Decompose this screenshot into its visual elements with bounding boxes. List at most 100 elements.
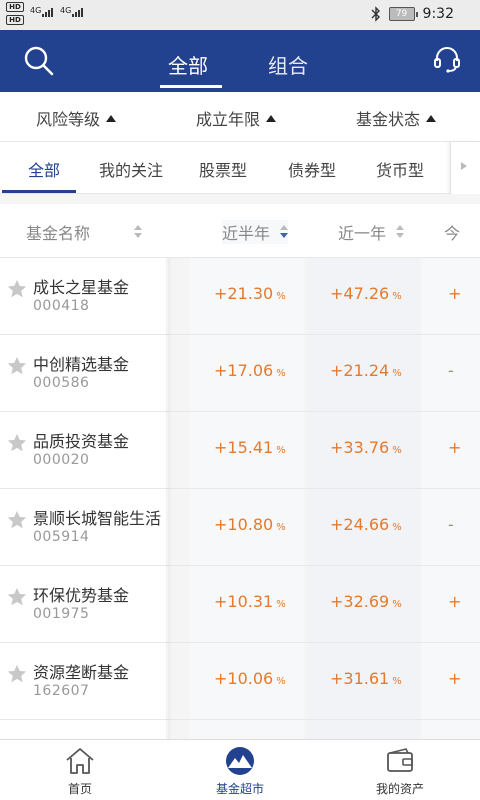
half-year-return: +10.06% <box>214 669 286 688</box>
half-year-return: +15.41% <box>214 438 286 457</box>
bottom-tab-bar: 首页 基金超市 我的资产 <box>0 739 480 800</box>
clock: 9:32 <box>422 6 454 22</box>
search-button[interactable] <box>22 44 56 78</box>
tab-active-indicator <box>160 85 222 88</box>
fund-code: 000020 <box>33 452 90 468</box>
third-column-value: + <box>448 284 462 303</box>
fund-market-icon <box>226 747 254 775</box>
one-year-return: +31.61% <box>330 669 402 688</box>
category-tab-stock[interactable]: 股票型 <box>199 157 247 181</box>
status-right: 79 9:32 <box>371 6 454 22</box>
one-year-return: +47.26% <box>330 284 402 303</box>
header-label: 近一年 <box>338 224 387 243</box>
fund-name: 成长之星基金 <box>33 278 130 297</box>
table-row[interactable]: 品质投资基金 000020 +15.41% +33.76% + <box>0 412 480 489</box>
status-bar: HD HD 4G 4G 79 9:32 <box>0 0 480 30</box>
search-icon <box>24 46 54 76</box>
third-column-value: + <box>448 438 462 457</box>
wallet-icon <box>387 748 413 772</box>
half-year-return: +17.06% <box>214 361 286 380</box>
sort-icon <box>134 225 143 239</box>
fund-name: 环保优势基金 <box>33 586 130 605</box>
star-icon[interactable] <box>6 663 28 685</box>
star-icon[interactable] <box>6 355 28 377</box>
third-column-value: + <box>448 669 462 688</box>
filter-bar: 风险等级 成立年限 基金状态 <box>0 92 480 142</box>
signal-bars-icon <box>42 7 53 17</box>
hd-badge: HD <box>6 2 24 12</box>
category-more-button[interactable] <box>450 142 480 194</box>
one-year-return: +24.66% <box>330 515 402 534</box>
fund-code: 005914 <box>33 529 90 545</box>
star-icon[interactable] <box>6 432 28 454</box>
half-year-return: +10.31% <box>214 592 286 611</box>
table-row[interactable]: 成长之星基金 000418 +21.30% +47.26% + <box>0 258 480 335</box>
triangle-up-icon <box>426 114 437 122</box>
category-tab-all[interactable]: 全部 <box>28 157 60 181</box>
table-row-partial[interactable] <box>0 720 480 739</box>
unit-label: % <box>276 676 286 687</box>
table-header: 基金名称 近半年 近一年 今 <box>0 204 480 258</box>
filter-established-years[interactable]: 成立年限 <box>196 106 277 130</box>
network-type: 4G <box>30 6 42 15</box>
filter-label: 风险等级 <box>36 110 101 129</box>
category-tabs: 全部 我的关注 股票型 债券型 货币型 <box>0 142 480 194</box>
bottom-tab-label: 我的资产 <box>375 782 424 796</box>
unit-label: % <box>276 368 286 379</box>
status-left: HD HD 4G 4G <box>6 2 116 28</box>
third-column-value: - <box>448 515 454 534</box>
tab-all[interactable]: 全部 <box>168 50 208 84</box>
triangle-up-icon <box>106 114 117 122</box>
bottom-tab-my-assets[interactable]: 我的资产 <box>340 740 460 800</box>
customer-service-button[interactable] <box>432 44 462 74</box>
tab-combo[interactable]: 组合 <box>268 50 308 84</box>
bottom-tab-fund-market[interactable]: 基金超市 <box>180 740 300 800</box>
category-tab-bond[interactable]: 债券型 <box>288 157 336 181</box>
fund-code: 162607 <box>33 683 90 699</box>
battery-icon: 79 <box>388 7 418 21</box>
header-fund-name[interactable]: 基金名称 <box>26 220 143 244</box>
hd-badge: HD <box>6 15 24 25</box>
sort-icon <box>396 225 405 239</box>
header-label: 近半年 <box>222 224 271 243</box>
star-icon[interactable] <box>6 586 28 608</box>
unit-label: % <box>276 599 286 610</box>
unit-label: % <box>276 445 286 456</box>
star-icon[interactable] <box>6 509 28 531</box>
fund-name: 景顺长城智能生活 <box>33 509 162 528</box>
unit-label: % <box>392 445 402 456</box>
table-row[interactable]: 环保优势基金 001975 +10.31% +32.69% + <box>0 566 480 643</box>
one-year-return: +21.24% <box>330 361 402 380</box>
star-icon[interactable] <box>6 278 28 300</box>
unit-label: % <box>276 522 286 533</box>
table-row[interactable]: 资源垄断基金 162607 +10.06% +31.61% + <box>0 643 480 720</box>
unit-label: % <box>392 368 402 379</box>
header-one-year[interactable]: 近一年 <box>338 220 405 244</box>
header-half-year[interactable]: 近半年 <box>222 220 289 244</box>
filter-fund-status[interactable]: 基金状态 <box>356 106 437 130</box>
table-row[interactable]: 中创精选基金 000586 +17.06% +21.24% - <box>0 335 480 412</box>
one-year-return: +32.69% <box>330 592 402 611</box>
category-tab-watchlist[interactable]: 我的关注 <box>99 157 163 181</box>
bottom-tab-label: 首页 <box>67 782 92 796</box>
filter-risk-level[interactable]: 风险等级 <box>36 106 117 130</box>
unit-label: % <box>392 599 402 610</box>
fund-code: 000418 <box>33 298 90 314</box>
fund-name: 品质投资基金 <box>33 432 130 451</box>
table-row[interactable]: 景顺长城智能生活 005914 +10.80% +24.66% - <box>0 489 480 566</box>
signal-bars-icon <box>72 7 83 17</box>
bottom-tab-label: 基金超市 <box>215 782 264 796</box>
fund-table[interactable]: 基金名称 近半年 近一年 今 成长之星基金 000418 +21.30% +47.26… <box>0 194 480 739</box>
bluetooth-icon <box>371 6 380 22</box>
category-tab-money[interactable]: 货币型 <box>376 157 424 181</box>
third-column-value: - <box>448 361 454 380</box>
unit-label: % <box>392 522 402 533</box>
header-label: 今 <box>444 224 461 243</box>
header-third-column[interactable]: 今 <box>444 220 460 244</box>
half-year-return: +21.30% <box>214 284 286 303</box>
category-active-indicator <box>2 190 76 193</box>
bottom-tab-home[interactable]: 首页 <box>20 740 140 800</box>
one-year-return: +33.76% <box>330 438 402 457</box>
third-column-value: + <box>448 592 462 611</box>
fund-code: 001975 <box>33 606 90 622</box>
